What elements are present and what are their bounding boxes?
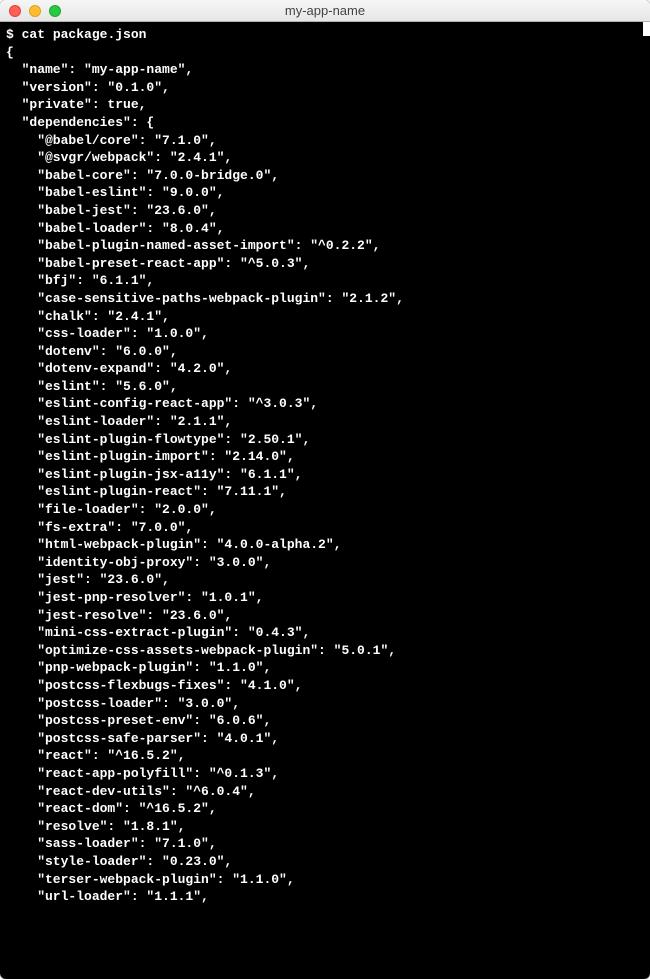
output-line: "@babel/core": "7.1.0", (6, 132, 644, 150)
output-line: "react-dev-utils": "^6.0.4", (6, 783, 644, 801)
output-line: "jest-resolve": "23.6.0", (6, 607, 644, 625)
traffic-lights (0, 5, 61, 17)
output-line: "case-sensitive-paths-webpack-plugin": "… (6, 290, 644, 308)
output-line: "eslint": "5.6.0", (6, 378, 644, 396)
output-line: "babel-plugin-named-asset-import": "^0.2… (6, 237, 644, 255)
command-text: cat package.json (22, 27, 147, 42)
output-line: "jest": "23.6.0", (6, 571, 644, 589)
maximize-icon[interactable] (49, 5, 61, 17)
output-line: "postcss-loader": "3.0.0", (6, 695, 644, 713)
close-icon[interactable] (9, 5, 21, 17)
output-line: "dependencies": { (6, 114, 644, 132)
output-line: "eslint-plugin-react": "7.11.1", (6, 483, 644, 501)
terminal-viewport[interactable]: $ cat package.json { "name": "my-app-nam… (0, 22, 650, 979)
output-line: "eslint-plugin-jsx-a11y": "6.1.1", (6, 466, 644, 484)
minimize-icon[interactable] (29, 5, 41, 17)
output-line: "react": "^16.5.2", (6, 747, 644, 765)
output-line: "css-loader": "1.0.0", (6, 325, 644, 343)
output-line: "eslint-plugin-flowtype": "2.50.1", (6, 431, 644, 449)
output-line: "fs-extra": "7.0.0", (6, 519, 644, 537)
output-line: "@svgr/webpack": "2.4.1", (6, 149, 644, 167)
output-line: "babel-preset-react-app": "^5.0.3", (6, 255, 644, 273)
output-line: "terser-webpack-plugin": "1.1.0", (6, 871, 644, 889)
output-line: "sass-loader": "7.1.0", (6, 835, 644, 853)
shell-prompt: $ (6, 27, 14, 42)
output-line: "private": true, (6, 96, 644, 114)
output-line: "jest-pnp-resolver": "1.0.1", (6, 589, 644, 607)
command-line: $ cat package.json (6, 26, 644, 44)
output-line: "bfj": "6.1.1", (6, 272, 644, 290)
output-line: "babel-jest": "23.6.0", (6, 202, 644, 220)
output-line: { (6, 44, 644, 62)
output-line: "name": "my-app-name", (6, 61, 644, 79)
output-line: "postcss-safe-parser": "4.0.1", (6, 730, 644, 748)
output-line: "eslint-plugin-import": "2.14.0", (6, 448, 644, 466)
output-line: "eslint-config-react-app": "^3.0.3", (6, 395, 644, 413)
output-line: "url-loader": "1.1.1", (6, 888, 644, 906)
output-line: "babel-core": "7.0.0-bridge.0", (6, 167, 644, 185)
output-line: "style-loader": "0.23.0", (6, 853, 644, 871)
output-line: "version": "0.1.0", (6, 79, 644, 97)
output-line: "eslint-loader": "2.1.1", (6, 413, 644, 431)
output-line: "babel-eslint": "9.0.0", (6, 184, 644, 202)
output-line: "dotenv": "6.0.0", (6, 343, 644, 361)
output-line: "react-dom": "^16.5.2", (6, 800, 644, 818)
output-line: "pnp-webpack-plugin": "1.1.0", (6, 659, 644, 677)
output-line: "babel-loader": "8.0.4", (6, 220, 644, 238)
output-line: "html-webpack-plugin": "4.0.0-alpha.2", (6, 536, 644, 554)
terminal-window: my-app-name $ cat package.json { "name":… (0, 0, 650, 979)
scrollbar-track[interactable] (643, 22, 650, 979)
output-line: "resolve": "1.8.1", (6, 818, 644, 836)
output-line: "react-app-polyfill": "^0.1.3", (6, 765, 644, 783)
output-line: "file-loader": "2.0.0", (6, 501, 644, 519)
output-line: "postcss-flexbugs-fixes": "4.1.0", (6, 677, 644, 695)
output-line: "postcss-preset-env": "6.0.6", (6, 712, 644, 730)
output-line: "mini-css-extract-plugin": "0.4.3", (6, 624, 644, 642)
window-title: my-app-name (0, 3, 650, 18)
scrollbar-thumb[interactable] (643, 22, 650, 36)
output-line: "identity-obj-proxy": "3.0.0", (6, 554, 644, 572)
output-line: "optimize-css-assets-webpack-plugin": "5… (6, 642, 644, 660)
output-line: "chalk": "2.4.1", (6, 308, 644, 326)
window-titlebar[interactable]: my-app-name (0, 0, 650, 22)
output-line: "dotenv-expand": "4.2.0", (6, 360, 644, 378)
